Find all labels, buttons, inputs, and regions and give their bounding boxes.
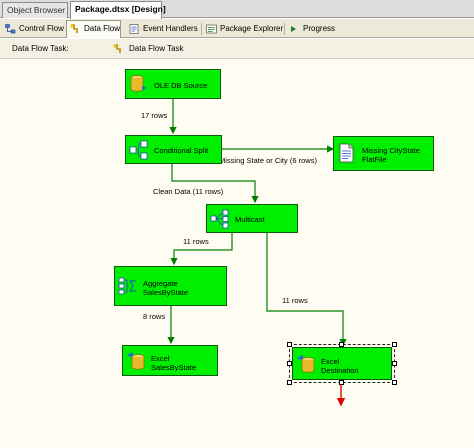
path-split-to-multicast [171,164,259,204]
tab-event-handlers[interactable]: Event Handlers [126,21,202,37]
database-source-icon [130,75,147,92]
data-flow-icon [70,24,78,33]
component-label: Aggregate SalesByState [143,279,189,297]
component-ole-db-source[interactable]: OLE DB Source [125,69,221,99]
path-label-split-to-multicast[interactable]: Clean Data (11 rows) [153,187,223,196]
tab-object-browser[interactable]: Object Browser [2,2,68,18]
component-label: Multicast [235,215,265,224]
control-flow-icon [5,24,16,34]
tab-progress[interactable]: Progress [286,21,340,37]
conditional-split-icon [129,140,148,160]
path-label-source-to-split[interactable]: 17 rows [141,111,167,120]
flat-file-icon [339,143,354,163]
component-conditional-split[interactable]: Conditional Split [125,135,222,164]
resize-handle[interactable] [287,361,292,366]
package-explorer-icon [206,24,217,34]
data-flow-task-value: Data Flow Task [129,44,184,53]
data-flow-task-icon [113,44,121,53]
tab-progress-label: Progress [303,24,336,33]
resize-handle[interactable] [392,361,397,366]
tab-control-flow-label: Control Flow [19,24,64,33]
progress-icon [291,26,296,32]
excel-destination-icon [127,352,145,370]
tab-data-flow[interactable]: Data Flow [66,20,121,38]
component-label: Missing CityState FlatFile [362,146,420,164]
data-flow-task-label: Data Flow Task: [12,44,69,53]
component-missing-citystate-flatfile[interactable]: Missing CityState FlatFile [333,136,434,171]
resize-handle[interactable] [339,380,344,385]
data-flow-canvas[interactable]: 17 rows Missing State or City (6 rows) C… [0,60,474,448]
path-multicast-to-excel-destination [266,233,347,347]
tab-package-explorer[interactable]: Package Explorer [203,21,285,37]
resize-handle[interactable] [339,342,344,347]
tab-data-flow-label: Data Flow [84,24,121,33]
component-aggregate-salesbystate[interactable]: Aggregate SalesByState [114,266,227,306]
path-label-multicast-to-excel-destination[interactable]: 11 rows [282,296,308,305]
component-multicast[interactable]: Multicast [206,204,298,233]
event-handlers-icon [129,24,139,34]
tab-package-explorer-label: Package Explorer [220,24,284,33]
path-label-aggregate-to-excel[interactable]: 8 rows [143,312,165,321]
path-label-multicast-to-aggregate[interactable]: 11 rows [183,237,209,246]
tab-package-design[interactable]: Package.dtsx [Design] [70,1,166,19]
path-label-split-to-missing[interactable]: Missing State or City (6 rows) [219,156,317,165]
multicast-icon [210,209,229,229]
data-flow-paths [167,99,347,407]
component-excel-salesbystate[interactable]: Excel SalesByState [122,345,218,376]
resize-handle[interactable] [287,380,292,385]
resize-handle[interactable] [392,342,397,347]
aggregate-icon [118,277,136,295]
selection-outline [289,344,395,383]
designer-tab-strip: Control Flow Data Flow Event Handlers Pa… [0,19,474,38]
tab-control-flow[interactable]: Control Flow [2,21,68,37]
component-label: OLE DB Source [154,81,208,90]
component-label: Excel SalesByState [151,354,197,372]
data-flow-task-bar: Data Flow Task: Data Flow Task [0,39,474,59]
resize-handle[interactable] [392,380,397,385]
component-label: Conditional Split [154,146,209,155]
document-tab-strip: Object Browser Package.dtsx [Design] [0,0,474,19]
data-flow-task-select[interactable]: Data Flow Task [110,42,470,57]
resize-handle[interactable] [287,342,292,347]
tab-event-handlers-label: Event Handlers [143,24,198,33]
